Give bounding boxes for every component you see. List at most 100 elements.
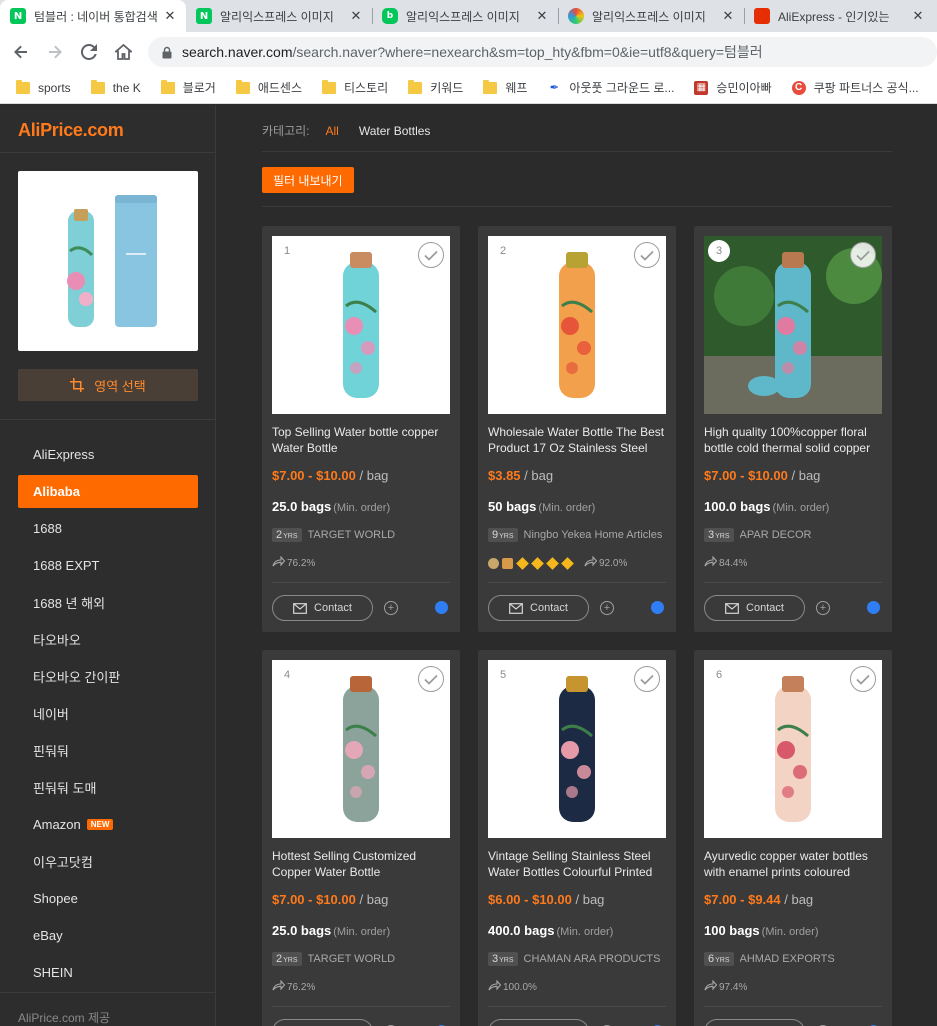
product-image-frame[interactable]: 2 — [488, 236, 666, 414]
browser-tab[interactable]: N 텀블러 : 네이버 통합검색 ✕ — [0, 0, 186, 32]
product-title[interactable]: High quality 100%copper floral bottle co… — [704, 424, 882, 458]
platform-item[interactable]: Amazon NEW — [18, 808, 198, 841]
platform-item[interactable]: Shopee — [18, 882, 198, 915]
forward-button[interactable] — [40, 37, 70, 67]
product-image-frame[interactable]: 3 — [704, 236, 882, 414]
price-value: $7.00 - $10.00 — [704, 468, 788, 483]
select-checkbox[interactable] — [850, 666, 876, 692]
home-button[interactable] — [108, 37, 138, 67]
price-unit: / bag — [359, 892, 389, 907]
chat-icon[interactable] — [867, 601, 880, 614]
platform-item[interactable]: SHEIN — [18, 956, 198, 989]
mail-icon — [725, 602, 739, 614]
bookmark-item[interactable]: 키워드 — [408, 79, 463, 96]
contact-label: Contact — [314, 602, 352, 614]
select-checkbox[interactable] — [850, 242, 876, 268]
close-icon[interactable]: ✕ — [162, 8, 178, 24]
years-label: YRS — [715, 957, 730, 964]
min-order-label: (Min. order) — [556, 926, 614, 938]
contact-button[interactable]: Contact — [704, 1019, 805, 1026]
select-checkbox[interactable] — [634, 242, 660, 268]
contact-button[interactable]: Contact — [704, 595, 805, 621]
platform-item[interactable]: 핀둬둬 도매 — [18, 771, 198, 804]
close-icon[interactable]: ✕ — [348, 8, 364, 24]
product-title[interactable]: Vintage Selling Stainless Steel Water Bo… — [488, 848, 666, 882]
bookmark-item[interactable]: ▦ 승민이아빠 — [694, 79, 772, 96]
arrow-right-icon — [49, 45, 62, 59]
supplier-name[interactable]: CHAMAN ARA PRODUCTS — [524, 953, 661, 965]
divider — [0, 992, 216, 993]
platform-item[interactable]: 타오바오 — [18, 623, 198, 656]
bookmark-item[interactable]: ✒ 아웃풋 그라운드 로... — [547, 79, 675, 96]
close-icon[interactable]: ✕ — [720, 8, 736, 24]
chat-icon[interactable] — [435, 601, 448, 614]
platform-item[interactable]: 네이버 — [18, 697, 198, 730]
contact-button[interactable]: Contact — [488, 1019, 589, 1026]
supplier-name[interactable]: TARGET WORLD — [308, 953, 396, 965]
platform-item[interactable]: Alibaba — [18, 475, 198, 508]
bookmark-item[interactable]: sports — [16, 79, 71, 95]
select-checkbox[interactable] — [634, 666, 660, 692]
platform-item[interactable]: 핀둬둬 — [18, 734, 198, 767]
product-image-frame[interactable]: 6 — [704, 660, 882, 838]
product-title[interactable]: Wholesale Water Bottle The Best Product … — [488, 424, 666, 458]
contact-button[interactable]: Contact — [488, 595, 589, 621]
supplier-name[interactable]: TARGET WORLD — [308, 529, 396, 541]
platform-item[interactable]: 이우고닷컴 — [18, 845, 198, 878]
product-card[interactable]: 6 Ayurvedic copper water bottles with ena… — [694, 650, 892, 1026]
browser-tab[interactable]: AliExpress - 인기있는 ✕ — [744, 0, 934, 32]
supplier-name[interactable]: Ningbo Yekea Home Articles — [524, 529, 663, 541]
product-card[interactable]: 3 High quality 100%copper floral bottle c… — [694, 226, 892, 632]
supplier-name[interactable]: AHMAD EXPORTS — [740, 953, 835, 965]
product-card[interactable]: 4 Hottest Selling Customized Copper Water… — [262, 650, 460, 1026]
product-rank: 4 — [276, 664, 298, 686]
supplier-name[interactable]: APAR DECOR — [740, 529, 812, 541]
add-icon[interactable]: + — [384, 601, 398, 615]
response-rate-value: 76.2% — [287, 981, 316, 993]
product-image-frame[interactable]: 4 — [272, 660, 450, 838]
contact-label: Contact — [746, 602, 784, 614]
platform-item[interactable]: AliExpress — [18, 438, 198, 471]
filter-export-button[interactable]: 필터 내보내기 — [262, 167, 354, 193]
close-icon[interactable]: ✕ — [910, 8, 926, 24]
platform-item[interactable]: 1688 년 해외 — [18, 586, 198, 619]
bookmark-item[interactable]: the K — [90, 79, 141, 95]
region-select-button[interactable]: 영역 선택 — [18, 369, 198, 401]
add-icon[interactable]: + — [816, 601, 830, 615]
platform-item[interactable]: 타오바오 간이판 — [18, 660, 198, 693]
platform-item[interactable]: 1688 EXPT — [18, 549, 198, 582]
address-bar[interactable]: search.naver.com/search.naver?where=nexe… — [148, 37, 937, 67]
category-water-bottles-link[interactable]: Water Bottles — [359, 124, 431, 138]
bookmark-item[interactable]: 블로거 — [160, 79, 216, 96]
platform-item[interactable]: eBay — [18, 919, 198, 952]
bookmark-item[interactable]: C 쿠팡 파트너스 공식... — [791, 79, 919, 96]
browser-tab[interactable]: 알리익스프레스 이미지 ✕ — [558, 0, 744, 32]
product-image-frame[interactable]: 1 — [272, 236, 450, 414]
category-all-link[interactable]: All — [326, 124, 339, 138]
contact-button[interactable]: Contact — [272, 595, 373, 621]
browser-tab[interactable]: b 알리익스프레스 이미지 ✕ — [372, 0, 558, 32]
close-icon[interactable]: ✕ — [534, 8, 550, 24]
tab-title: 텀블러 : 네이버 통합검색 — [34, 9, 158, 24]
aliprice-logo[interactable]: AliPrice.com — [18, 120, 124, 141]
product-card[interactable]: 2 Wholesale Water Bottle The Best Product… — [478, 226, 676, 632]
product-card[interactable]: 1 Top Selling Water bottle copper Water B… — [262, 226, 460, 632]
bookmark-item[interactable]: 티스토리 — [322, 79, 388, 96]
browser-tab[interactable]: N 알리익스프레스 이미지 ✕ — [186, 0, 372, 32]
reload-button[interactable] — [74, 37, 104, 67]
product-card[interactable]: 5 Vintage Selling Stainless Steel Water B… — [478, 650, 676, 1026]
product-image-frame[interactable]: 5 — [488, 660, 666, 838]
product-title[interactable]: Top Selling Water bottle copper Water Bo… — [272, 424, 450, 458]
back-button[interactable] — [6, 37, 36, 67]
product-title[interactable]: Ayurvedic copper water bottles with enam… — [704, 848, 882, 882]
add-icon[interactable]: + — [600, 601, 614, 615]
platform-item[interactable]: 1688 — [18, 512, 198, 545]
select-checkbox[interactable] — [418, 242, 444, 268]
select-checkbox[interactable] — [418, 666, 444, 692]
product-title[interactable]: Hottest Selling Customized Copper Water … — [272, 848, 450, 882]
bookmark-item[interactable]: 웨프 — [483, 79, 527, 96]
bookmark-item[interactable]: 애드센스 — [235, 79, 302, 96]
contact-button[interactable]: Contact — [272, 1019, 373, 1026]
bookmark-label: 블로거 — [182, 81, 216, 95]
chat-icon[interactable] — [651, 601, 664, 614]
